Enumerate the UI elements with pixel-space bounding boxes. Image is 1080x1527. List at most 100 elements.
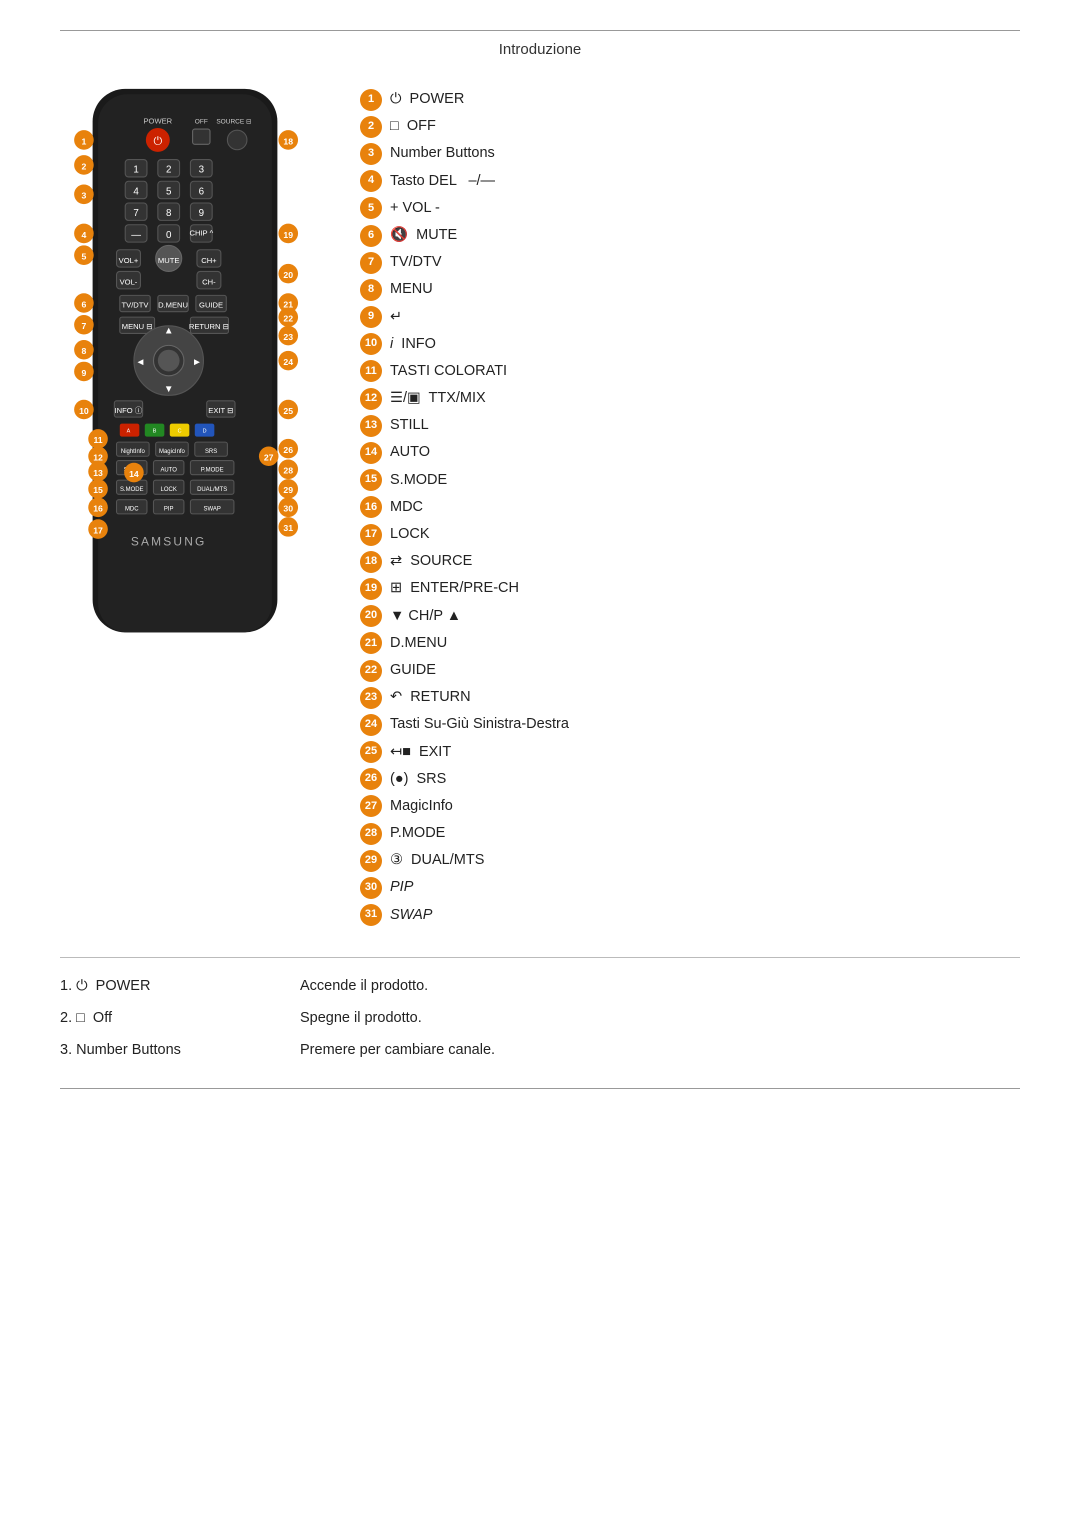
badge-26: 26 (360, 768, 382, 790)
svg-text:P.MODE: P.MODE (201, 467, 224, 473)
svg-text:LOCK: LOCK (161, 487, 177, 493)
legend-item-20: 20 ▼ CH/P ▲ (360, 605, 1020, 628)
legend-item-18: 18 ⇄ SOURCE (360, 550, 1020, 573)
legend-item-9: 9 ↵ (360, 306, 1020, 329)
svg-text:AUTO: AUTO (160, 467, 177, 473)
svg-text:12: 12 (93, 453, 103, 463)
badge-17: 17 (360, 524, 382, 546)
remote-illustration: POWER ⏻ OFF SOURCE ⊟ 1 2 3 4 5 (60, 78, 340, 647)
svg-text:30: 30 (283, 504, 293, 514)
desc-label-2: 2. □ Off (60, 1010, 280, 1026)
legend-text-18: ⇄ SOURCE (390, 550, 472, 573)
legend-item-2: 2 □ OFF (360, 115, 1020, 138)
svg-text:OFF: OFF (195, 119, 208, 126)
legend-item-10: 10 i INFO (360, 333, 1020, 356)
legend-item-23: 23 ↶ RETURN (360, 686, 1020, 709)
legend-item-6: 6 🔇 MUTE (360, 224, 1020, 247)
badge-13: 13 (360, 415, 382, 437)
legend-text-27: MagicInfo (390, 795, 453, 818)
desc-text-1: Accende il prodotto. (300, 978, 428, 994)
svg-text:17: 17 (93, 525, 103, 535)
desc-label-3: 3. Number Buttons (60, 1042, 280, 1058)
legend-item-4: 4 Tasto DEL ‒/— (360, 170, 1020, 193)
svg-text:1: 1 (81, 136, 86, 146)
svg-text:2: 2 (81, 161, 86, 171)
legend-item-19: 19 ⊞ ENTER/PRE-CH (360, 577, 1020, 600)
svg-text:13: 13 (93, 468, 103, 478)
svg-text:10: 10 (79, 406, 89, 416)
legend-text-22: GUIDE (390, 659, 436, 682)
svg-text:2: 2 (166, 165, 171, 176)
legend-item-17: 17 LOCK (360, 523, 1020, 546)
svg-text:SAMSUNG: SAMSUNG (131, 534, 207, 548)
legend-text-11: TASTI COLORATI (390, 360, 507, 383)
badge-4: 4 (360, 170, 382, 192)
svg-text:4: 4 (133, 186, 139, 197)
badge-24: 24 (360, 714, 382, 736)
svg-text:5: 5 (166, 186, 172, 197)
svg-text:TV/DTV: TV/DTV (121, 300, 149, 309)
svg-text:18: 18 (283, 136, 293, 146)
legend-item-28: 28 P.MODE (360, 822, 1020, 845)
badge-5: 5 (360, 197, 382, 219)
svg-text:SOURCE ⊟: SOURCE ⊟ (216, 119, 252, 126)
legend-item-29: 29 ③ DUAL/MTS (360, 849, 1020, 872)
legend-text-21: D.MENU (390, 632, 447, 655)
svg-text:MagicInfo: MagicInfo (159, 449, 186, 455)
svg-text:VOL-: VOL- (120, 278, 138, 287)
legend-item-12: 12 ☰/▣ TTX/MIX (360, 387, 1020, 410)
legend-item-15: 15 S.MODE (360, 469, 1020, 492)
svg-text:NightInfo: NightInfo (121, 449, 146, 455)
legend-item-27: 27 MagicInfo (360, 795, 1020, 818)
svg-text:5: 5 (81, 252, 86, 262)
svg-text:3: 3 (81, 191, 86, 201)
svg-text:C: C (178, 428, 182, 434)
legend-item-1: 1 ⏻ POWER (360, 88, 1020, 111)
legend-text-15: S.MODE (390, 469, 447, 492)
svg-text:A: A (127, 428, 131, 434)
badge-23: 23 (360, 687, 382, 709)
legend-item-14: 14 AUTO (360, 441, 1020, 464)
bottom-rule (60, 1088, 1020, 1089)
legend-item-31: 31 SWAP (360, 904, 1020, 927)
svg-text:20: 20 (283, 270, 293, 280)
svg-text:▼: ▼ (164, 384, 174, 395)
svg-text:INFO ⓘ: INFO ⓘ (115, 406, 143, 415)
svg-text:24: 24 (283, 357, 293, 367)
badge-6: 6 (360, 225, 382, 247)
legend-item-30: 30 PIP (360, 876, 1020, 899)
svg-text:26: 26 (283, 445, 293, 455)
legend-item-13: 13 STILL (360, 414, 1020, 437)
badge-1: 1 (360, 89, 382, 111)
svg-text:27: 27 (264, 453, 274, 463)
svg-text:S.MODE: S.MODE (120, 487, 144, 493)
svg-text:SRS: SRS (205, 449, 217, 455)
badge-18: 18 (360, 551, 382, 573)
svg-text:PIP: PIP (164, 507, 174, 513)
svg-text:31: 31 (283, 523, 293, 533)
legend-text-5: + VOL - (390, 197, 440, 220)
svg-text:7: 7 (81, 321, 86, 331)
top-rule (60, 30, 1020, 31)
svg-text:GUIDE: GUIDE (199, 300, 223, 309)
legend-text-19: ⊞ ENTER/PRE-CH (390, 577, 519, 600)
badge-25: 25 (360, 741, 382, 763)
svg-text:6: 6 (199, 186, 204, 197)
svg-text:0: 0 (166, 230, 172, 241)
svg-text:25: 25 (283, 406, 293, 416)
svg-text:9: 9 (199, 208, 204, 219)
legend-text-3: Number Buttons (390, 142, 495, 165)
badge-14: 14 (360, 442, 382, 464)
svg-text:SWAP: SWAP (203, 507, 220, 513)
badge-9: 9 (360, 306, 382, 328)
legend-text-16: MDC (390, 496, 423, 519)
svg-text:D.MENU: D.MENU (158, 300, 188, 309)
svg-text:D: D (203, 428, 207, 434)
svg-text:14: 14 (129, 469, 139, 479)
legend-text-26: (●) SRS (390, 768, 446, 791)
badge-8: 8 (360, 279, 382, 301)
legend-text-2: □ OFF (390, 115, 436, 138)
svg-text:CH+: CH+ (201, 256, 217, 265)
svg-text:MENU ⊟: MENU ⊟ (122, 322, 153, 331)
legend-text-30: PIP (390, 876, 413, 899)
